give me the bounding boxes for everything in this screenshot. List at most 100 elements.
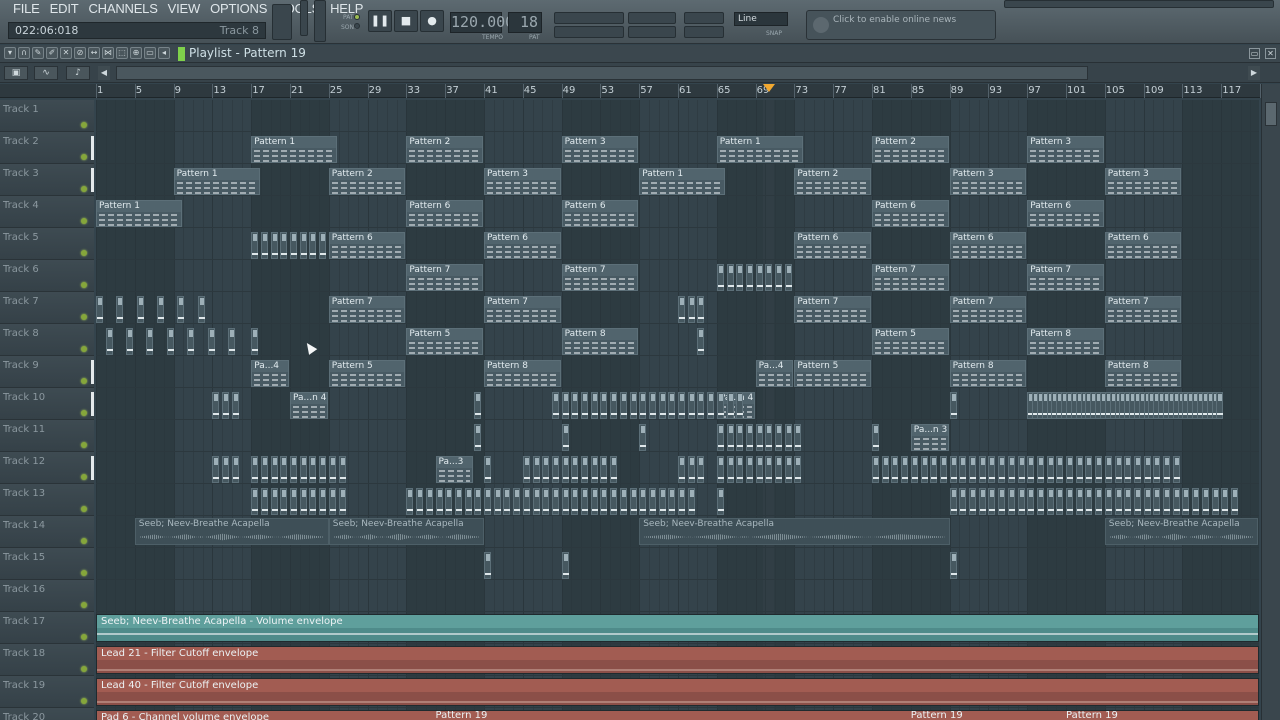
beat-clip[interactable] <box>1216 392 1224 419</box>
beat-clip[interactable] <box>590 456 598 483</box>
pattern-clip[interactable]: Pattern 3 <box>1027 136 1104 163</box>
pattern-clip[interactable]: Pattern 6 <box>1027 200 1104 227</box>
scroll-right-icon[interactable]: ▶ <box>1248 66 1260 80</box>
vertical-scroll-thumb[interactable] <box>1265 102 1277 126</box>
track-mute-led[interactable] <box>81 442 87 448</box>
beat-clip[interactable] <box>561 424 569 451</box>
track-select-bar[interactable] <box>91 392 94 416</box>
track-header[interactable]: Track 13 <box>0 484 94 516</box>
track-select-bar[interactable] <box>91 456 94 480</box>
beat-clip[interactable] <box>658 488 666 515</box>
track-header[interactable]: Track 15 <box>0 548 94 580</box>
beat-clip[interactable] <box>1017 456 1025 483</box>
track-mute-led[interactable] <box>81 698 87 704</box>
beat-clip[interactable] <box>600 488 608 515</box>
playlist-menu-icon[interactable]: ▾ <box>4 47 16 59</box>
track-header[interactable]: Track 7 <box>0 292 94 324</box>
pattern-clip[interactable]: Pa...n 3 <box>910 424 949 451</box>
beat-clip[interactable] <box>998 488 1006 515</box>
track-header[interactable]: Track 10 <box>0 388 94 420</box>
beat-clip[interactable] <box>484 552 491 579</box>
beat-clip[interactable] <box>726 392 734 419</box>
beat-clip[interactable] <box>1230 488 1238 515</box>
beat-clip[interactable] <box>1075 488 1083 515</box>
beat-clip[interactable] <box>590 488 598 515</box>
beat-clip[interactable] <box>561 552 569 579</box>
pattern-clip[interactable]: Pattern 8 <box>1104 360 1182 387</box>
beat-clip[interactable] <box>794 456 802 483</box>
beat-clip[interactable] <box>251 232 259 259</box>
beat-clip[interactable] <box>299 232 307 259</box>
beat-clip[interactable] <box>755 424 763 451</box>
close-icon[interactable]: ✕ <box>1265 48 1276 59</box>
beat-clip[interactable] <box>707 392 715 419</box>
beat-clip[interactable] <box>716 424 724 451</box>
automation-clip[interactable]: Lead 21 - Filter Cutoff envelope <box>96 646 1259 674</box>
beat-clip[interactable] <box>445 488 453 515</box>
play-button[interactable]: ❚❚ <box>368 10 392 32</box>
beat-clip[interactable] <box>474 424 482 451</box>
beat-clip[interactable] <box>1085 488 1093 515</box>
beat-clip[interactable] <box>610 456 618 483</box>
beat-clip[interactable] <box>319 232 327 259</box>
beat-clip[interactable] <box>765 456 773 483</box>
audio-clip[interactable]: Seeb; Neev-Breathe Acapella <box>134 518 329 545</box>
pattern-clip[interactable]: Pattern 7 <box>794 296 871 323</box>
beat-clip[interactable] <box>136 296 144 323</box>
track-mute-led[interactable] <box>81 186 87 192</box>
audio-clip[interactable]: Seeb; Neev-Breathe Acapella <box>639 518 950 545</box>
online-news-panel[interactable]: Click to enable online news <box>806 10 996 40</box>
beat-clip[interactable] <box>697 392 705 419</box>
pattern-clip[interactable]: Pattern 5 <box>406 328 483 355</box>
beat-clip[interactable] <box>1075 456 1083 483</box>
track-select-bar[interactable] <box>91 168 94 192</box>
pattern-clip[interactable]: Pattern 6 <box>484 232 561 259</box>
scroll-left-icon[interactable]: ◀ <box>98 66 110 80</box>
beat-clip[interactable] <box>1085 456 1093 483</box>
beat-clip[interactable] <box>765 424 773 451</box>
beat-clip[interactable] <box>338 488 346 515</box>
beat-clip[interactable] <box>1027 488 1035 515</box>
beat-clip[interactable] <box>571 488 579 515</box>
track-mute-led[interactable] <box>81 218 87 224</box>
beat-clip[interactable] <box>416 488 424 515</box>
track-header[interactable]: Track 19 <box>0 676 94 708</box>
beat-clip[interactable] <box>299 456 307 483</box>
track-header[interactable]: Track 3 <box>0 164 94 196</box>
audio-clip[interactable]: Seeb; Neev-Breathe Acapella <box>1104 518 1258 545</box>
track-header[interactable]: Track 12 <box>0 452 94 484</box>
beat-clip[interactable] <box>619 488 627 515</box>
beat-clip[interactable] <box>484 456 491 483</box>
beat-clip[interactable] <box>251 488 259 515</box>
beat-clip[interactable] <box>1133 488 1141 515</box>
pattern-clip[interactable]: Pattern 8 <box>484 360 561 387</box>
beat-clip[interactable] <box>939 456 947 483</box>
beat-clip[interactable] <box>1192 488 1200 515</box>
beat-clip[interactable] <box>658 392 666 419</box>
beat-clip[interactable] <box>988 488 996 515</box>
beat-clip[interactable] <box>551 456 559 483</box>
beat-clip[interactable] <box>775 264 782 291</box>
beat-clip[interactable] <box>920 456 928 483</box>
beat-clip[interactable] <box>668 488 676 515</box>
beat-clip[interactable] <box>1056 488 1064 515</box>
beat-clip[interactable] <box>484 488 491 515</box>
pattern-clip[interactable]: Pattern 7 <box>872 264 949 291</box>
pattern-clip-label[interactable]: Pattern 19 <box>911 710 963 720</box>
track-mute-led[interactable] <box>81 346 87 352</box>
beat-clip[interactable] <box>561 456 569 483</box>
beat-clip[interactable] <box>251 328 259 355</box>
beat-clip[interactable] <box>745 456 753 483</box>
beat-clip[interactable] <box>522 488 530 515</box>
track-select-bar[interactable] <box>91 360 94 384</box>
pattern-clip[interactable]: Pattern 3 <box>484 168 561 195</box>
track-header[interactable]: Track 17 <box>0 612 94 644</box>
track-header[interactable]: Track 16 <box>0 580 94 612</box>
track-header[interactable]: Track 18 <box>0 644 94 676</box>
beat-clip[interactable] <box>328 456 336 483</box>
beat-clip[interactable] <box>736 264 744 291</box>
playlist-title[interactable]: Playlist - Pattern 19 <box>189 46 306 60</box>
slip-tool-icon[interactable]: ↔ <box>88 47 100 59</box>
beat-clip[interactable] <box>716 264 724 291</box>
beat-clip[interactable] <box>227 328 235 355</box>
